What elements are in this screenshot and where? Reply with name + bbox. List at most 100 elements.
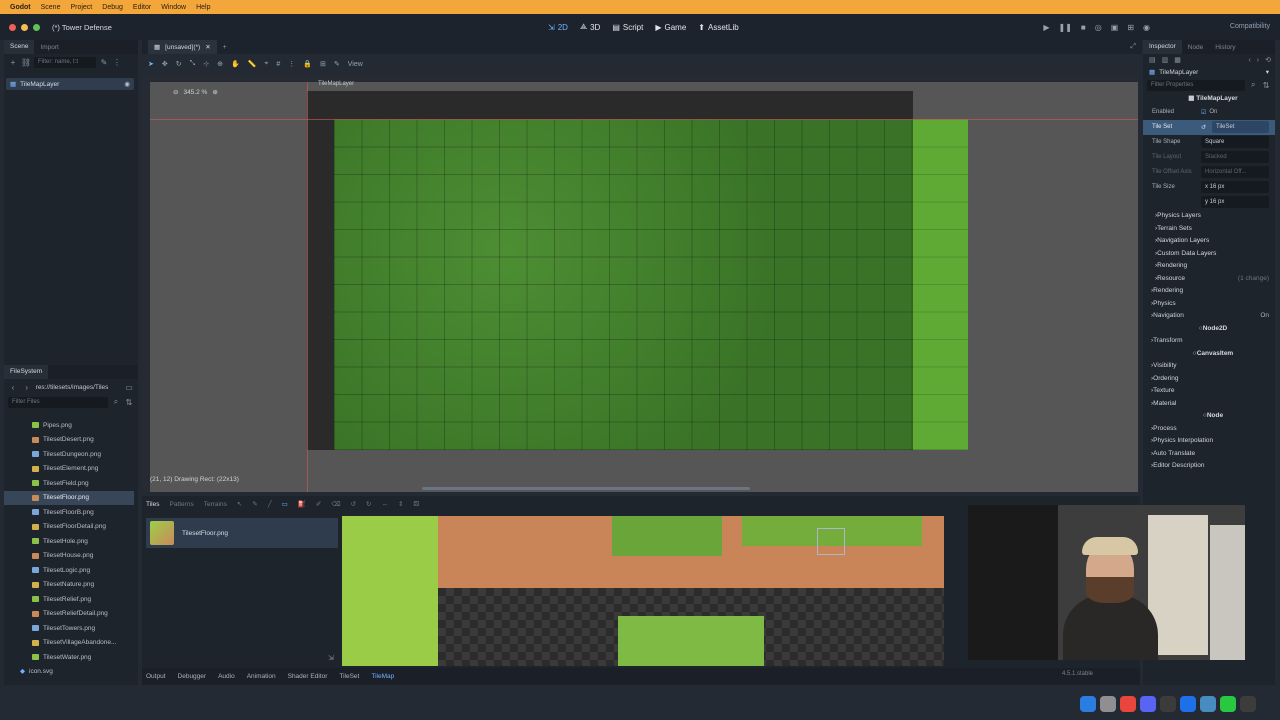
chrome-icon[interactable] <box>1120 696 1136 712</box>
source-menu-icon[interactable]: ⇲ <box>328 654 334 662</box>
flip-h-icon[interactable]: ⇔ <box>381 501 388 508</box>
layer-group-navigation[interactable]: › Navigation On <box>1143 310 1275 323</box>
file-item[interactable]: TilesetDesert.png <box>4 433 134 448</box>
forward-icon[interactable]: › <box>22 382 32 392</box>
tab-inspector[interactable]: Inspector <box>1143 40 1182 54</box>
menu-debug[interactable]: Debug <box>102 4 123 11</box>
navigation-enabled-value[interactable]: On <box>1260 312 1269 319</box>
menu-window[interactable]: Window <box>161 4 186 11</box>
select-tool-icon[interactable]: ➤ <box>148 60 154 68</box>
settings-icon[interactable] <box>1100 696 1116 712</box>
close-tab-icon[interactable]: ✕ <box>205 43 210 51</box>
object-history-icon[interactable]: ⟲ <box>1265 56 1271 64</box>
tab-node[interactable]: Node <box>1182 44 1210 51</box>
close-window-button[interactable] <box>9 23 16 31</box>
menu-editor[interactable]: Editor <box>133 4 151 11</box>
new-tab-icon[interactable]: + <box>223 44 227 51</box>
tileset-group[interactable]: › Rendering <box>1143 260 1275 273</box>
lock-icon[interactable]: 🔒 <box>303 60 312 68</box>
tab-output[interactable]: Output <box>146 673 166 680</box>
tab-3d[interactable]: ⟁ 3D <box>580 22 600 32</box>
node2d-group[interactable]: › Transform <box>1143 335 1275 348</box>
snap-menu-icon[interactable]: ⋮ <box>288 60 295 68</box>
file-item[interactable]: TilesetElement.png <box>4 462 134 477</box>
zoom-in-icon[interactable]: ⊕ <box>212 88 217 96</box>
movie-icon[interactable]: ◉ <box>1143 23 1150 32</box>
tile-source-item[interactable]: TilesetFloor.png <box>146 518 338 548</box>
canvasitem-group[interactable]: › Ordering <box>1143 372 1275 385</box>
rect-tool-icon[interactable]: ▭ <box>282 500 288 508</box>
file-filter-input[interactable]: Filter Files <box>8 396 108 408</box>
node-group[interactable]: › Process <box>1143 422 1275 435</box>
select-tool-icon-tilemap[interactable]: ↖ <box>237 500 242 508</box>
vscode-icon[interactable] <box>1180 696 1196 712</box>
scene-filter-input[interactable]: Filter: name, t:t <box>34 56 96 68</box>
godot-icon[interactable] <box>1200 696 1216 712</box>
checkbox-checked-icon[interactable]: ☑ <box>1201 109 1206 116</box>
search-properties-icon[interactable]: ⌕ <box>1248 80 1258 90</box>
remote-debug-icon[interactable]: ◎ <box>1095 23 1102 32</box>
canvasitem-group[interactable]: › Visibility <box>1143 360 1275 373</box>
discord-icon[interactable] <box>1140 696 1156 712</box>
renderer-select[interactable]: Compatibility <box>1230 23 1270 30</box>
add-node-icon[interactable]: + <box>8 57 18 67</box>
file-item[interactable]: TilesetRelief.png <box>4 592 134 607</box>
file-item[interactable]: TilesetHole.png <box>4 534 134 549</box>
history-forward-icon[interactable]: › <box>1257 57 1259 64</box>
eraser-tool-icon[interactable]: ⌫ <box>331 500 340 508</box>
tab-patterns[interactable]: Patterns <box>169 501 193 508</box>
tab-terrains[interactable]: Terrains <box>204 501 227 508</box>
prop-tile-set-value[interactable]: TileSet <box>1212 121 1269 133</box>
tab-import[interactable]: Import <box>34 44 64 51</box>
file-item[interactable]: Pipes.png <box>4 418 134 433</box>
object-dropdown-icon[interactable]: ▾ <box>1266 68 1269 76</box>
tileset-group-resource[interactable]: › Resource (1 change) <box>1143 272 1275 285</box>
rotate-right-icon[interactable]: ↻ <box>366 500 371 508</box>
flip-v-icon[interactable]: ⇕ <box>398 500 403 508</box>
menu-help[interactable]: Help <box>196 4 210 11</box>
scene-tab[interactable]: ▦ [unsaved](*) ✕ <box>148 40 217 54</box>
view-menu[interactable]: View <box>348 61 363 68</box>
play-icon[interactable]: ▶ <box>1043 23 1049 32</box>
inspector-menu-icon[interactable]: ⇅ <box>1261 80 1271 90</box>
sort-icon[interactable]: ⇅ <box>124 397 134 407</box>
revert-icon[interactable]: ↺ <box>1201 124 1206 131</box>
play-custom-icon[interactable]: ⊞ <box>1127 23 1134 32</box>
tile-size-y-input[interactable]: y 16 px <box>1201 196 1269 208</box>
tab-game[interactable]: ▶ Game <box>655 22 686 32</box>
node-group[interactable]: › Auto Translate <box>1143 447 1275 460</box>
load-resource-icon[interactable]: ▥ <box>1162 56 1169 64</box>
file-icon-svg[interactable]: ◆ icon.svg <box>20 667 53 676</box>
app-icon[interactable] <box>1160 696 1176 712</box>
pause-icon[interactable]: ❚❚ <box>1059 23 1072 32</box>
file-item[interactable]: TilesetTowers.png <box>4 621 134 636</box>
file-item[interactable]: TilesetVillageAbandone... <box>4 636 134 651</box>
menu-project[interactable]: Project <box>70 4 92 11</box>
file-item[interactable]: TilesetFloorB.png <box>4 505 134 520</box>
messages-icon[interactable] <box>1220 696 1236 712</box>
tab-script[interactable]: ▤ Script <box>612 22 643 32</box>
layer-group[interactable]: › Physics <box>1143 297 1275 310</box>
file-item[interactable]: TilesetField.png <box>4 476 134 491</box>
play-scene-icon[interactable]: ▣ <box>1111 23 1119 32</box>
rotate-tool-icon[interactable]: ↻ <box>176 60 182 68</box>
stop-icon[interactable]: ■ <box>1081 23 1086 32</box>
new-resource-icon[interactable]: ▤ <box>1149 56 1156 64</box>
file-item[interactable]: TilesetFloorDetail.png <box>4 520 134 535</box>
scale-tool-icon[interactable]: ⤡ <box>190 60 196 68</box>
layer-group[interactable]: › Rendering <box>1143 285 1275 298</box>
filesystem-path[interactable]: res://tilesets/images/Tiles <box>36 384 121 391</box>
tab-filesystem[interactable]: FileSystem <box>4 365 49 379</box>
node-group[interactable]: › Editor Description <box>1143 460 1275 473</box>
paint-tool-icon[interactable]: ✎ <box>252 500 257 508</box>
tileset-group[interactable]: › Terrain Sets <box>1143 222 1275 235</box>
file-item[interactable]: TilesetDungeon.png <box>4 447 134 462</box>
tree-item-tilemaplayer[interactable]: ▦ TileMapLayer ◉ <box>6 78 134 90</box>
menu-scene[interactable]: Scene <box>41 4 61 11</box>
tab-tilemap[interactable]: TileMap <box>371 673 394 680</box>
visibility-eye-icon[interactable]: ◉ <box>124 80 130 88</box>
tab-audio[interactable]: Audio <box>218 673 235 680</box>
tab-history[interactable]: History <box>1209 44 1241 51</box>
script-attach-icon[interactable]: ✎ <box>99 57 109 67</box>
file-item[interactable]: TilesetFloor.png <box>4 490 134 505</box>
